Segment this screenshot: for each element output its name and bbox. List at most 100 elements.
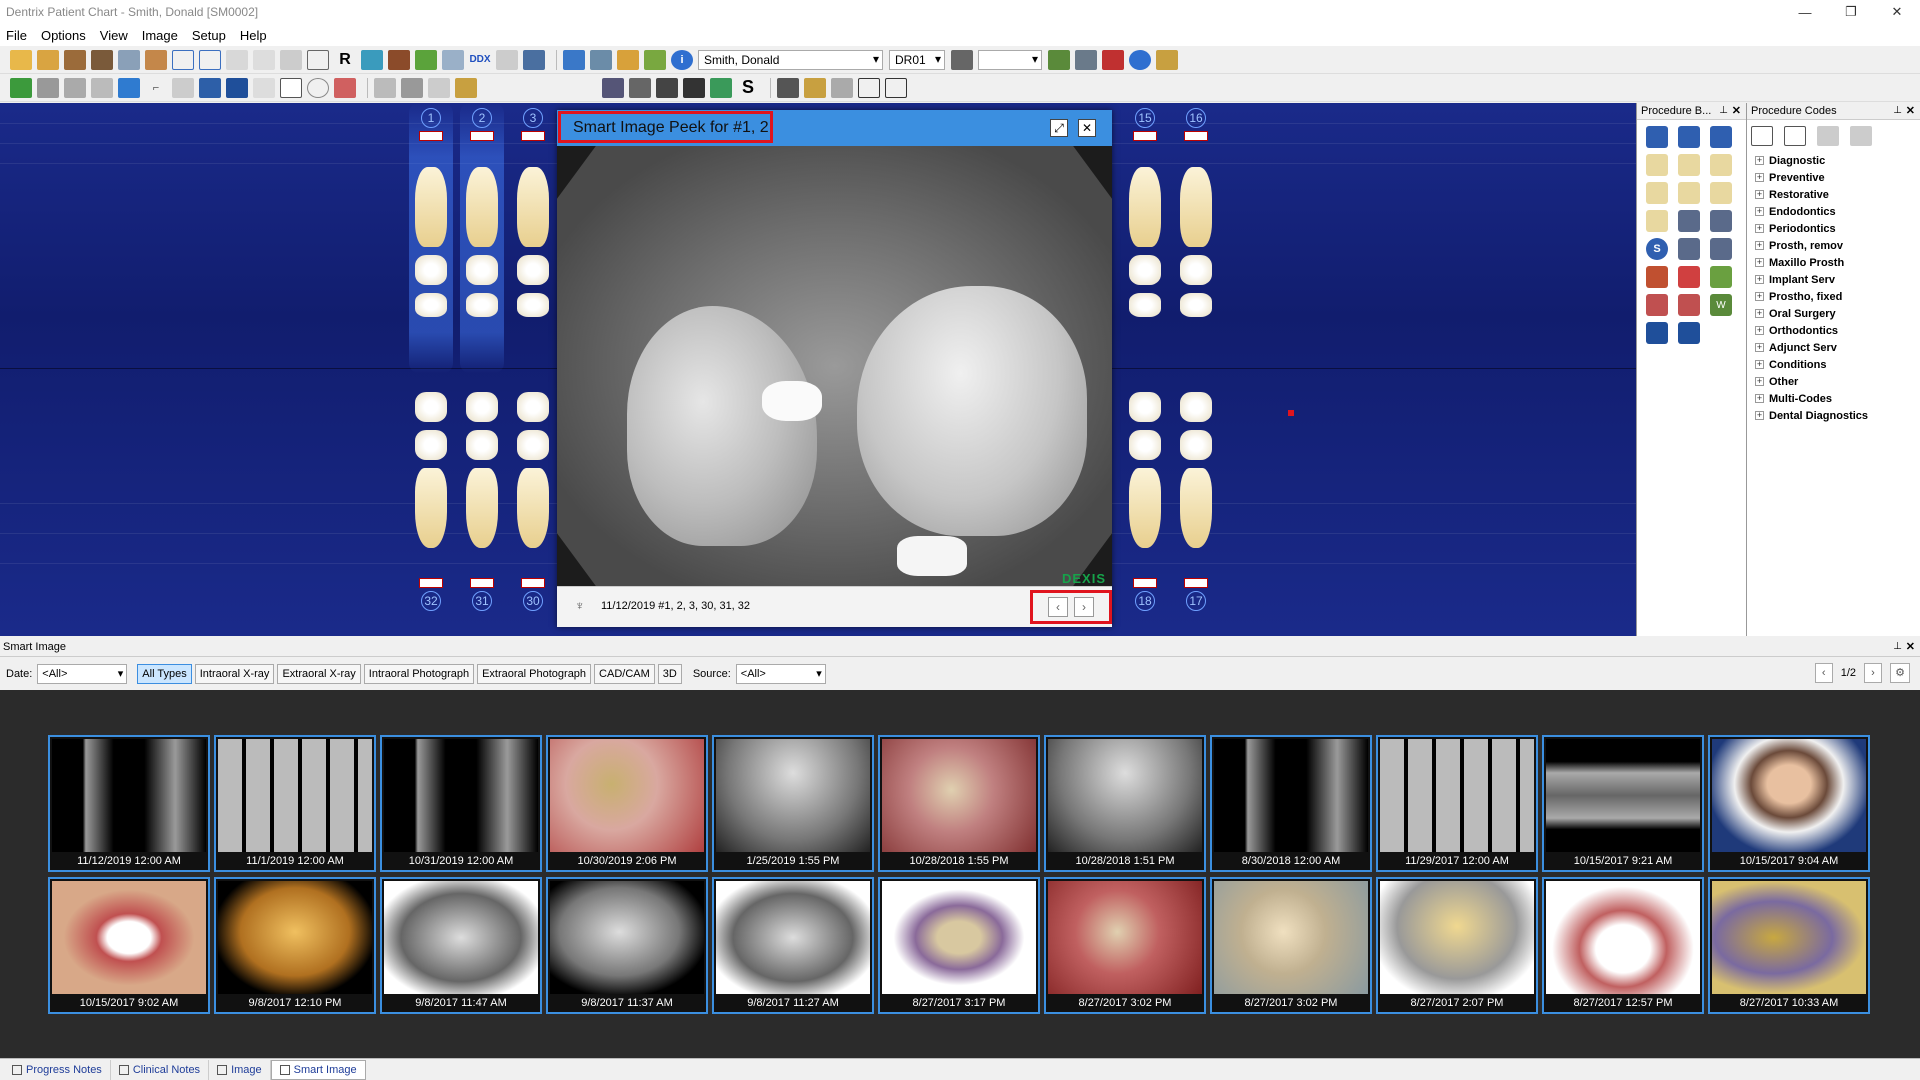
image-thumbnail[interactable]: 10/15/2017 9:21 AM	[1542, 735, 1704, 872]
hand-icon[interactable]	[951, 49, 973, 70]
source-select[interactable]: <All>	[735, 663, 826, 684]
tree-item-adjunct-serv[interactable]: + Adjunct Serv	[1755, 339, 1920, 356]
scanner-icon[interactable]	[523, 49, 545, 70]
menu-view[interactable]: View	[100, 28, 128, 43]
tree-item-diagnostic[interactable]: + Diagnostic	[1755, 152, 1920, 169]
quick-labels-icon[interactable]	[361, 49, 383, 70]
sealant-icon[interactable]	[1646, 182, 1668, 204]
list-icon[interactable]	[1751, 126, 1773, 146]
image-thumbnail[interactable]: 11/1/2019 12:00 AM	[214, 735, 376, 872]
expand-icon[interactable]: +	[1755, 292, 1764, 301]
tree-item-periodontics[interactable]: + Periodontics	[1755, 220, 1920, 237]
perio-icon[interactable]	[118, 49, 140, 70]
pano-icon[interactable]	[1710, 126, 1732, 148]
oval-icon[interactable]	[307, 77, 329, 98]
partial-icon[interactable]	[1678, 294, 1700, 316]
tooth-16[interactable]: 16	[1174, 103, 1218, 373]
image-thumbnail[interactable]: 10/31/2019 12:00 AM	[380, 735, 542, 872]
treatment-planner-icon[interactable]	[145, 49, 167, 70]
expand-icon[interactable]: +	[1755, 394, 1764, 403]
ruler-icon[interactable]	[831, 77, 853, 98]
tab-progress-notes[interactable]: Progress Notes	[4, 1059, 111, 1080]
tooth-2[interactable]: 2	[460, 103, 504, 373]
image-thumbnail[interactable]: 10/15/2017 9:04 AM	[1708, 735, 1870, 872]
tooth-1[interactable]: 1	[409, 103, 453, 373]
money-icon[interactable]	[1048, 49, 1070, 70]
ddx-icon[interactable]: DDX	[469, 50, 491, 70]
image-thumbnail[interactable]: 10/15/2017 9:02 AM	[48, 877, 210, 1014]
tree-item-conditions[interactable]: + Conditions	[1755, 356, 1920, 373]
pencil-icon[interactable]	[172, 77, 194, 98]
tooth-15[interactable]: 15	[1123, 103, 1167, 373]
s-icon[interactable]: S	[737, 77, 759, 98]
menu-image[interactable]: Image	[142, 28, 178, 43]
image-thumbnail[interactable]: 9/8/2017 12:10 PM	[214, 877, 376, 1014]
book-icon[interactable]	[388, 49, 410, 70]
image-icon[interactable]	[226, 77, 248, 98]
expand-icon[interactable]: ⤢	[1050, 119, 1068, 137]
tree-item-preventive[interactable]: + Preventive	[1755, 169, 1920, 186]
bridge-icon[interactable]	[1710, 238, 1732, 260]
image-thumbnail[interactable]: 8/30/2018 12:00 AM	[1210, 735, 1372, 872]
camera-icon[interactable]	[496, 49, 518, 70]
appointment-book-icon[interactable]	[10, 49, 32, 70]
patient-face-icon[interactable]	[1646, 266, 1668, 288]
filter-cad-cam[interactable]: CAD/CAM	[594, 663, 655, 684]
tooth-select-icon[interactable]	[91, 77, 113, 98]
expand-icon[interactable]: +	[1755, 258, 1764, 267]
patient-select[interactable]: Smith, Donald	[698, 49, 883, 70]
grid-icon[interactable]	[280, 49, 302, 70]
bitewing-icon[interactable]	[1646, 126, 1668, 148]
tree-item-dental-diagnostics[interactable]: + Dental Diagnostics	[1755, 407, 1920, 424]
family-file-icon[interactable]	[37, 49, 59, 70]
image-thumbnail[interactable]: 8/27/2017 12:57 PM	[1542, 877, 1704, 1014]
filter-extraoral-xray[interactable]: Extraoral X-ray	[277, 663, 361, 684]
previous-image-button[interactable]: ‹	[1048, 597, 1068, 617]
status-select[interactable]	[978, 49, 1042, 70]
perio-maint-icon[interactable]	[1678, 322, 1700, 344]
xray-image[interactable]: DEXIS	[557, 146, 1112, 586]
check-icon[interactable]	[1129, 49, 1151, 70]
pin-icon[interactable]: ⊥	[1893, 641, 1902, 652]
patient-chart-icon[interactable]	[91, 49, 113, 70]
alert-icon[interactable]	[644, 49, 666, 70]
image-thumbnail[interactable]: 11/29/2017 12:00 AM	[1376, 735, 1538, 872]
pin-icon[interactable]: ⊥	[1719, 105, 1728, 116]
image-thumbnail[interactable]: 11/12/2019 12:00 AM	[48, 735, 210, 872]
filter-intraoral-xray[interactable]: Intraoral X-ray	[194, 663, 275, 684]
menu-options[interactable]: Options	[41, 28, 86, 43]
image-thumbnail[interactable]: 10/30/2019 2:06 PM	[546, 735, 708, 872]
watch-icon[interactable]: W	[1710, 294, 1732, 316]
window-icon[interactable]	[683, 77, 705, 98]
probe-icon[interactable]	[777, 77, 799, 98]
mouth-icon[interactable]	[334, 77, 356, 98]
fluoride-icon[interactable]	[1646, 210, 1668, 232]
expand-icon[interactable]: +	[1755, 360, 1764, 369]
previous-page-button[interactable]: ‹	[1814, 663, 1833, 683]
office-manager-icon[interactable]	[172, 49, 194, 70]
list-view-icon[interactable]	[280, 77, 302, 98]
tooth-32[interactable]: 32	[409, 388, 453, 633]
image-thumbnail[interactable]: 8/27/2017 2:07 PM	[1376, 877, 1538, 1014]
composite-icon[interactable]	[1678, 210, 1700, 232]
letters-icon[interactable]	[226, 49, 248, 70]
date-select[interactable]: <All>	[37, 663, 128, 684]
printer-icon[interactable]	[1075, 49, 1097, 70]
menu-setup[interactable]: Setup	[192, 28, 226, 43]
sealant-s-icon[interactable]: S	[1646, 238, 1668, 260]
tree-item-multi-codes[interactable]: + Multi-Codes	[1755, 390, 1920, 407]
expand-icon[interactable]: +	[1755, 224, 1764, 233]
perio-scaling-icon[interactable]	[1646, 322, 1668, 344]
grid-view-icon[interactable]	[858, 77, 880, 98]
print-chart-icon[interactable]	[37, 77, 59, 98]
menu-help[interactable]: Help	[240, 28, 267, 43]
next-page-button[interactable]: ›	[1864, 663, 1882, 683]
tree-item-maxillo-prosth[interactable]: + Maxillo Prosth	[1755, 254, 1920, 271]
tree-item-prosth-remov[interactable]: + Prosth, remov	[1755, 237, 1920, 254]
eraser-icon[interactable]	[428, 77, 450, 98]
fmx-icon[interactable]	[1678, 126, 1700, 148]
image-thumbnail[interactable]: 9/8/2017 11:27 AM	[712, 877, 874, 1014]
tooth-30[interactable]: 30	[511, 388, 555, 633]
tree-item-endodontics[interactable]: + Endodontics	[1755, 203, 1920, 220]
tree-item-oral-surgery[interactable]: + Oral Surgery	[1755, 305, 1920, 322]
